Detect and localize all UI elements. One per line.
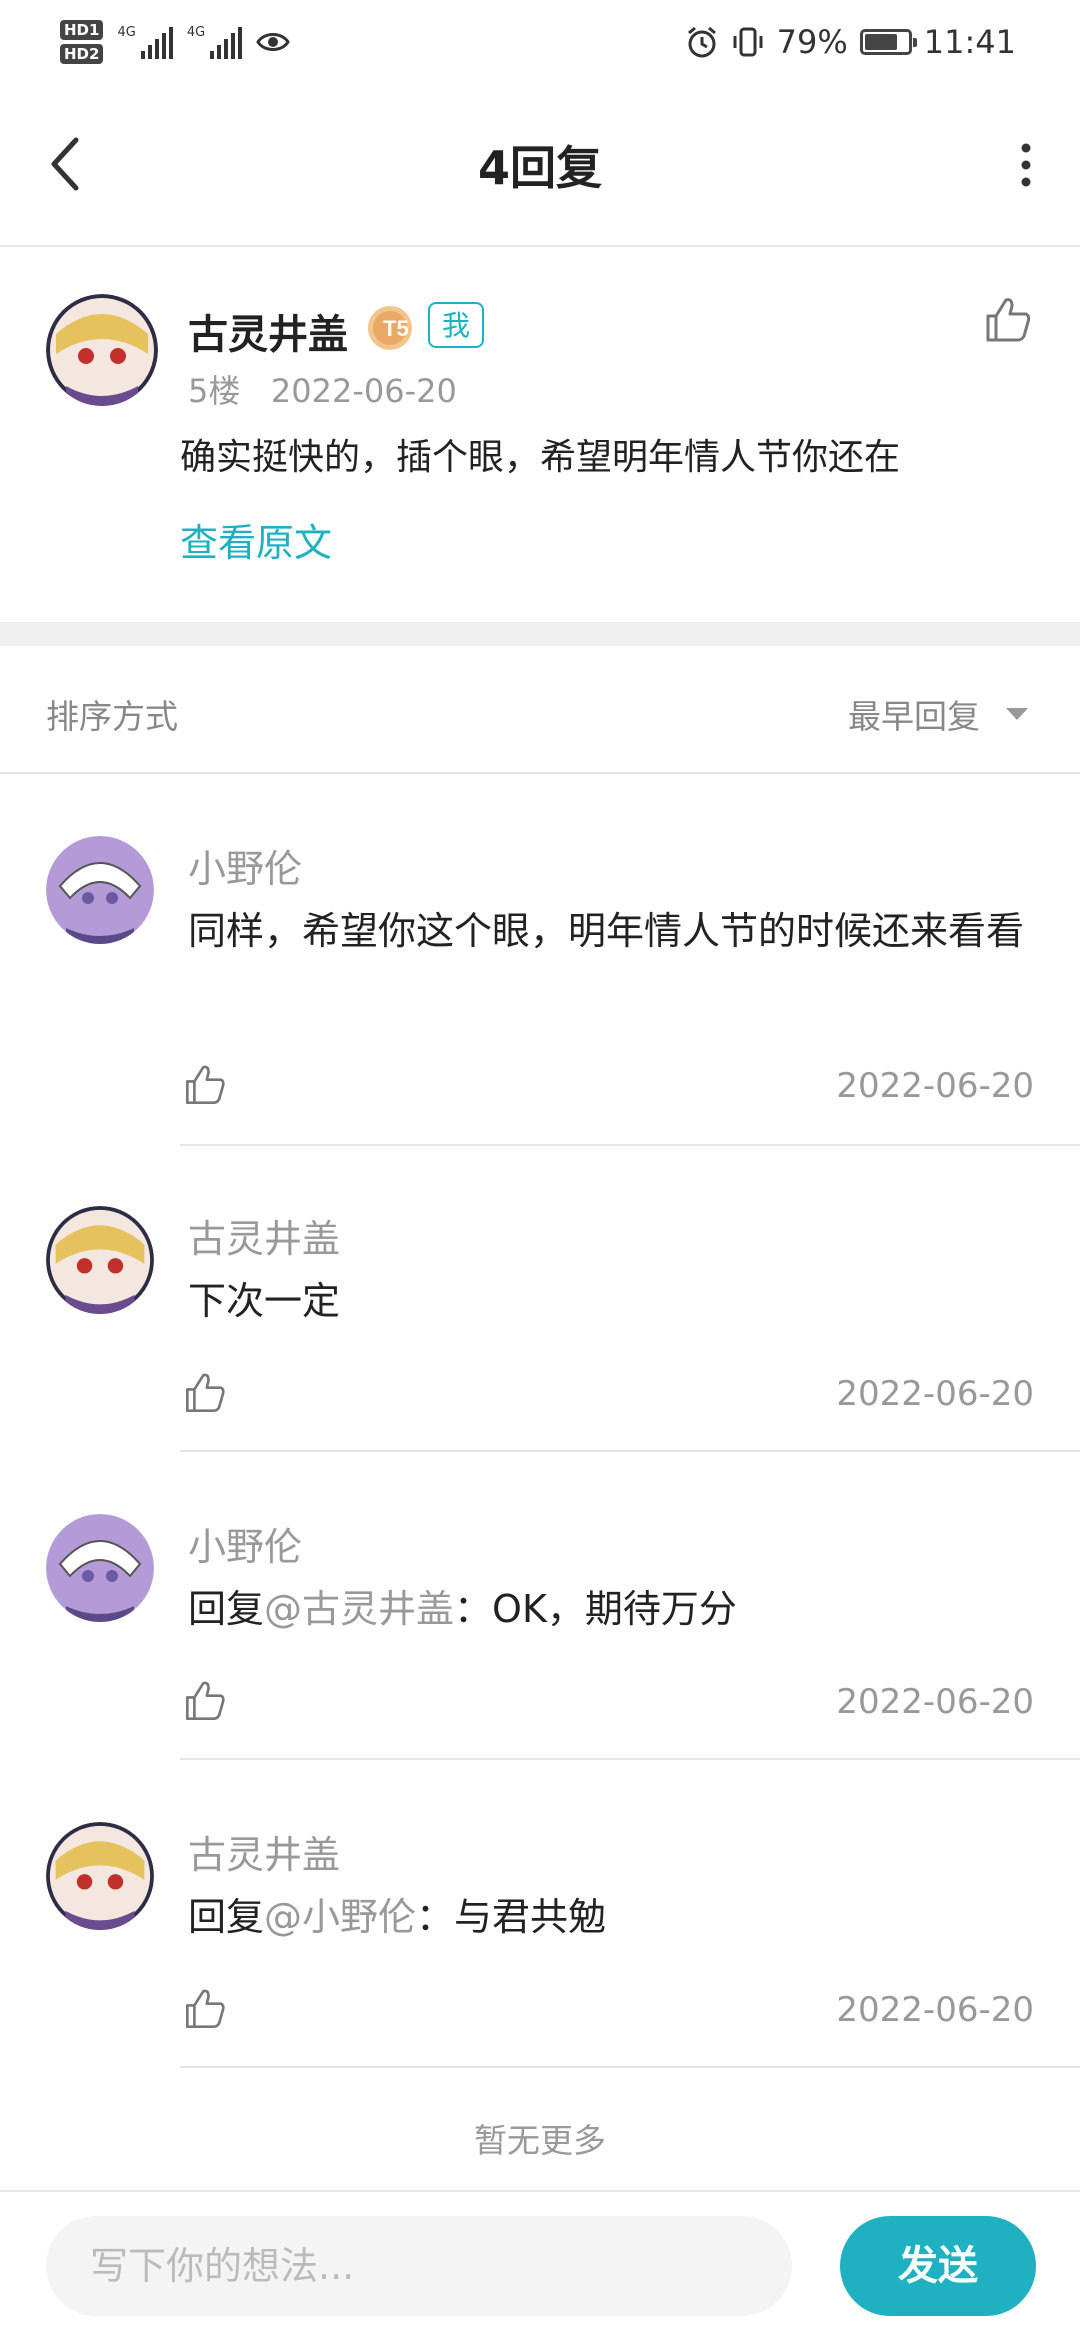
eye-icon	[256, 33, 290, 51]
reply-content: 下次一定	[188, 1270, 1038, 1332]
sort-label: 排序方式	[46, 697, 178, 736]
hd1-badge: HD1	[60, 20, 104, 40]
status-right: 79% 11:41	[685, 14, 1016, 70]
sort-dropdown[interactable]: 最早回复	[848, 690, 980, 738]
reply-body: ：与君共勉	[416, 1895, 607, 1939]
network-type-2: 4G	[186, 25, 206, 40]
floor-number: 5楼	[188, 372, 241, 410]
reply-prefix: 回复	[188, 1895, 265, 1939]
reply-content: 回复@小野伦：与君共勉	[188, 1886, 1038, 1948]
thumbs-up-icon[interactable]	[182, 1986, 228, 2032]
reply-avatar[interactable]	[46, 1514, 154, 1622]
vibrate-icon	[733, 27, 763, 57]
mention-link[interactable]: @小野伦	[264, 1895, 416, 1939]
reply-body: 下次一定	[188, 1279, 341, 1323]
network-type-1: 4G	[117, 25, 136, 40]
clock: 11:41	[923, 23, 1016, 61]
reply-body: ：OK，期待万分	[454, 1587, 737, 1631]
send-button[interactable]: 发送	[840, 2216, 1036, 2316]
reply-author[interactable]: 古灵井盖	[188, 1208, 340, 1263]
reply-content: 同样，希望你这个眼，明年情人节的时候还来看看	[188, 900, 1038, 962]
post-date: 2022-06-20	[270, 372, 457, 410]
reply-divider	[180, 2066, 1080, 2068]
sort-row: 排序方式 最早回复	[0, 646, 1080, 774]
battery-icon	[859, 29, 917, 55]
section-divider	[0, 622, 1080, 646]
reply-author[interactable]: 小野伦	[188, 838, 302, 893]
caret-down-icon[interactable]	[1004, 706, 1030, 722]
thumbs-up-icon[interactable]	[182, 1370, 228, 1416]
reply-body: 同样，希望你这个眼，明年情人节的时候还来看看	[188, 909, 1025, 953]
main-post: 古灵井盖 T5 我 5楼 2022-06-20 确实挺快的，插个眼，希望明年情人…	[0, 250, 1080, 622]
avatar[interactable]	[46, 294, 158, 406]
reply-date: 2022-06-20	[836, 1374, 1034, 1414]
battery-percent: 79%	[776, 23, 848, 61]
more-vertical-icon[interactable]	[1018, 142, 1034, 188]
hd-indicators: HD1 HD2	[60, 20, 104, 64]
reply-avatar[interactable]	[46, 1206, 154, 1314]
reply-date: 2022-06-20	[836, 1682, 1034, 1722]
reply-author[interactable]: 小野伦	[188, 1516, 302, 1571]
reply-item: 古灵井盖 下次一定 2022-06-20	[0, 1150, 1080, 1458]
comment-bar: 发送	[0, 2190, 1080, 2340]
post-author[interactable]: 古灵井盖	[188, 302, 348, 360]
comment-input[interactable]	[46, 2216, 792, 2316]
reply-avatar[interactable]	[46, 836, 154, 944]
status-bar: HD1 HD2 4G 4G 79% 11:41	[0, 0, 1080, 82]
reply-content: 回复@古灵井盖：OK，期待万分	[188, 1578, 1038, 1640]
top-bar: 4回复	[0, 82, 1080, 247]
reply-item: 古灵井盖 回复@小野伦：与君共勉 2022-06-20	[0, 1766, 1080, 2074]
no-more-label: 暂无更多	[474, 2121, 606, 2160]
signal-icon-1: 4G	[117, 25, 173, 59]
me-badge: 我	[428, 302, 484, 348]
reply-prefix: 回复	[188, 1587, 265, 1631]
page-title: 4回复	[477, 141, 602, 195]
signal-icon-2: 4G	[186, 25, 243, 59]
thumbs-up-icon[interactable]	[982, 294, 1034, 346]
post-meta: 5楼 2022-06-20	[188, 366, 457, 412]
thumbs-up-icon[interactable]	[182, 1062, 228, 1108]
reply-item: 小野伦 回复@古灵井盖：OK，期待万分 2022-06-20	[0, 1458, 1080, 1766]
reply-date: 2022-06-20	[836, 1990, 1034, 2030]
reply-avatar[interactable]	[46, 1822, 154, 1930]
reply-divider	[180, 1758, 1080, 1760]
reply-divider	[180, 1450, 1080, 1452]
alarm-icon	[687, 26, 716, 58]
reply-author[interactable]: 古灵井盖	[188, 1824, 340, 1879]
battery-fill	[864, 34, 898, 50]
reply-item: 小野伦 同样，希望你这个眼，明年情人节的时候还来看看 2022-06-20	[0, 776, 1080, 1148]
mention-link[interactable]: @古灵井盖	[264, 1587, 454, 1631]
level-badge-text: T5	[383, 316, 409, 341]
reply-date: 2022-06-20	[836, 1066, 1034, 1106]
view-original-link[interactable]: 查看原文	[180, 512, 332, 567]
thumbs-up-icon[interactable]	[182, 1678, 228, 1724]
status-left: HD1 HD2 4G 4G	[60, 14, 290, 70]
reply-divider	[180, 1144, 1080, 1146]
level-badge-icon: T5	[368, 306, 412, 350]
hd2-badge: HD2	[60, 44, 104, 64]
post-content: 确实挺快的，插个眼，希望明年情人节你还在	[180, 437, 901, 478]
